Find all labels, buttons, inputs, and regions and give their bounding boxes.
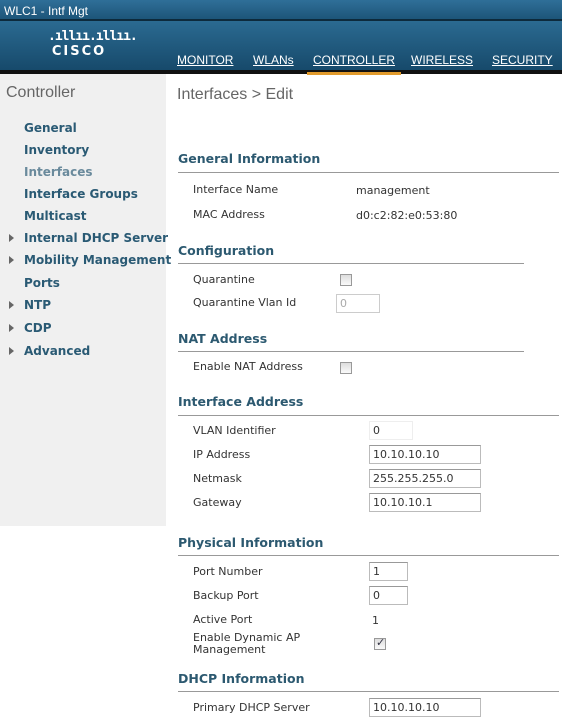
nav-monitor[interactable]: MONITOR (177, 53, 233, 67)
quarantine-vlan-id-label: Quarantine Vlan Id (193, 296, 297, 309)
sidebar-item-label: Internal DHCP Server (24, 231, 169, 245)
expand-arrow-icon (9, 347, 14, 355)
enable-dynamic-ap-management-checkbox[interactable] (374, 636, 386, 650)
section-physical-information: Physical Information (178, 535, 324, 550)
expand-arrow-icon (9, 301, 14, 309)
expand-arrow-icon (9, 324, 14, 332)
enable-nat-address-label: Enable NAT Address (193, 360, 303, 373)
section-interface-address: Interface Address (178, 394, 304, 409)
sidebar-item-label: NTP (24, 298, 52, 312)
sidebar-item-internal-dhcp-server[interactable]: Internal DHCP Server (9, 231, 169, 245)
mac-address-value: d0:c2:82:e0:53:80 (356, 209, 458, 222)
backup-port-input[interactable]: 0 (369, 586, 408, 605)
vlan-identifier-label: VLAN Identifier (193, 424, 276, 437)
nav-wireless[interactable]: WIRELESS (411, 53, 473, 67)
sidebar-item-ntp[interactable]: NTP (9, 298, 52, 312)
sidebar-item-advanced[interactable]: Advanced (9, 344, 91, 358)
quarantine-label: Quarantine (193, 273, 255, 286)
sidebar-item-interface-groups[interactable]: Interface Groups (24, 187, 138, 201)
gateway-input[interactable]: 10.10.10.1 (369, 493, 481, 512)
window-title: WLC1 - Intf Mgt (0, 0, 562, 21)
gateway-label: Gateway (193, 496, 242, 509)
sidebar-item-general[interactable]: General (24, 121, 77, 135)
sidebar: Controller General Inventory Interfaces … (0, 74, 171, 526)
backup-port-label: Backup Port (193, 589, 259, 602)
sidebar-item-inventory[interactable]: Inventory (24, 143, 89, 157)
divider (178, 351, 524, 352)
divider (178, 415, 559, 416)
active-port-label: Active Port (193, 613, 253, 626)
sidebar-item-label: CDP (24, 321, 52, 335)
nav-security[interactable]: SECURITY (492, 53, 553, 67)
ip-address-input[interactable]: 10.10.10.10 (369, 445, 481, 464)
quarantine-vlan-id-input[interactable]: 0 (336, 294, 380, 313)
divider (178, 263, 524, 264)
expand-arrow-icon (9, 256, 14, 264)
mac-address-label: MAC Address (193, 208, 265, 221)
sidebar-title: Controller (6, 84, 76, 101)
active-port-value: 1 (372, 614, 379, 627)
primary-dhcp-server-input[interactable]: 10.10.10.10 (369, 698, 481, 717)
page-title: Interfaces > Edit (177, 86, 294, 103)
nav-wlans[interactable]: WLANs (253, 53, 294, 67)
sidebar-item-label: Mobility Management (24, 253, 172, 267)
sidebar-item-mobility-management[interactable]: Mobility Management (9, 253, 172, 267)
enable-dynamic-ap-management-label: Enable Dynamic AP Management (193, 631, 301, 656)
section-configuration: Configuration (178, 243, 275, 258)
port-number-input[interactable]: 1 (369, 562, 408, 581)
sidebar-item-label: Advanced (24, 344, 91, 358)
netmask-label: Netmask (193, 472, 242, 485)
enable-nat-address-checkbox[interactable] (340, 362, 352, 374)
section-dhcp-information: DHCP Information (178, 671, 305, 686)
ip-address-label: IP Address (193, 448, 251, 461)
sidebar-item-cdp[interactable]: CDP (9, 321, 52, 335)
divider (178, 691, 559, 692)
port-number-label: Port Number (193, 565, 263, 578)
quarantine-checkbox[interactable] (340, 274, 352, 286)
interface-name-value: management (356, 184, 430, 197)
sidebar-item-ports[interactable]: Ports (24, 276, 60, 290)
section-general-information: General Information (178, 151, 321, 166)
divider (178, 555, 559, 556)
primary-dhcp-server-label: Primary DHCP Server (193, 701, 310, 714)
expand-arrow-icon (9, 234, 14, 242)
divider (178, 172, 559, 173)
nav-controller[interactable]: CONTROLLER (307, 53, 402, 75)
interface-name-label: Interface Name (193, 183, 279, 196)
cisco-logo: .ıllıı.ıllıı. CISCO (48, 29, 138, 60)
sidebar-item-multicast[interactable]: Multicast (24, 209, 87, 223)
vlan-identifier-input[interactable]: 0 (369, 421, 413, 440)
netmask-input[interactable]: 255.255.255.0 (369, 469, 481, 488)
cisco-logo-bars-icon: .ıllıı.ıllıı. (48, 29, 138, 44)
sidebar-item-interfaces[interactable]: Interfaces (24, 165, 93, 179)
cisco-logo-text: CISCO (51, 44, 107, 59)
section-nat-address: NAT Address (178, 331, 268, 346)
